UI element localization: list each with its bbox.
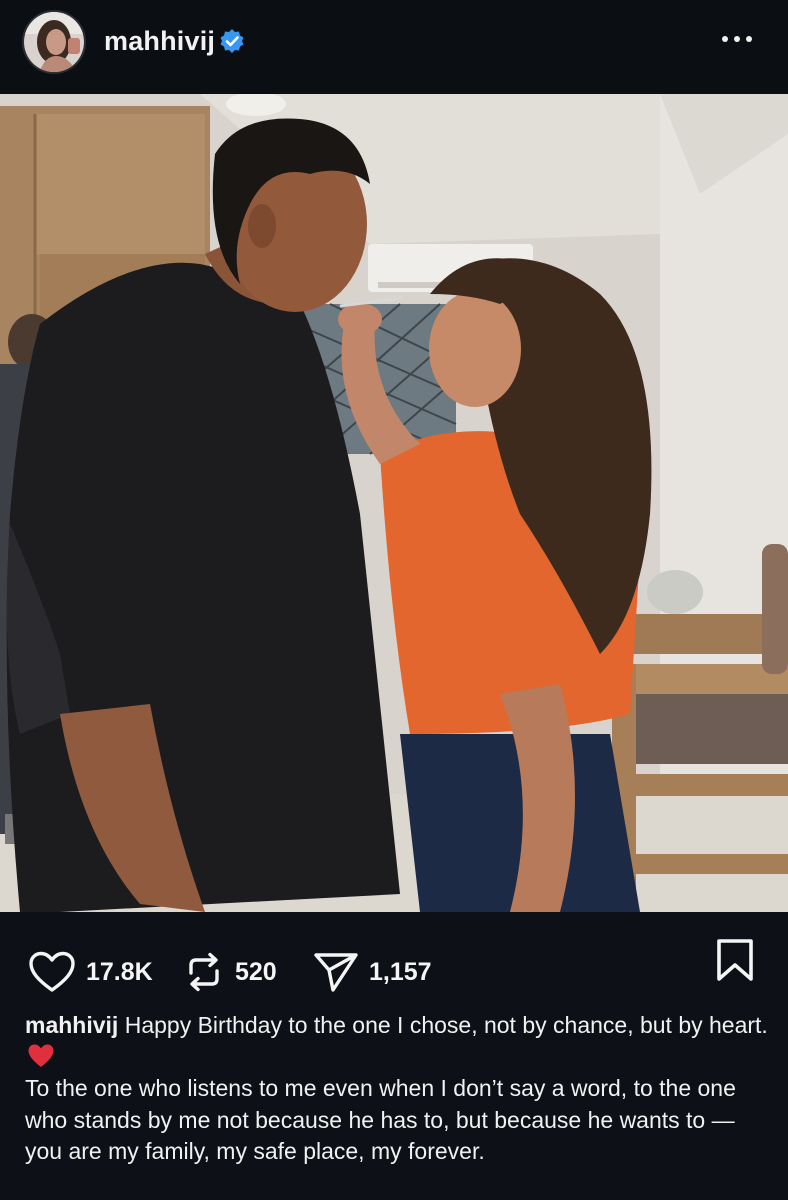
post-photo[interactable] [0, 94, 788, 912]
caption-text-line1: Happy Birthday to the one I chose, not b… [124, 1012, 768, 1038]
like-button[interactable]: 17.8K [28, 951, 153, 992]
username[interactable]: mahhivij [104, 26, 215, 57]
verified-badge-icon [220, 29, 244, 53]
caption-text-line2: To the one who listens to me even when I… [25, 1075, 736, 1164]
bookmark-button[interactable] [714, 938, 756, 982]
send-icon [314, 953, 358, 992]
avatar[interactable] [22, 10, 86, 74]
caption-username[interactable]: mahhivij [25, 1012, 118, 1038]
heart-outline-icon [29, 951, 75, 992]
repost-icon [189, 952, 219, 992]
reposts-count: 520 [235, 957, 277, 986]
caption-first-paragraph: mahhivij Happy Birthday to the one I cho… [25, 1010, 775, 1073]
red-heart-emoji-icon [28, 1044, 54, 1067]
likes-count: 17.8K [86, 957, 153, 986]
more-horizontal-icon [722, 36, 728, 42]
photo-illustration [0, 94, 788, 912]
bookmark-icon [717, 939, 753, 981]
repost-button[interactable]: 520 [183, 952, 277, 992]
shares-count: 1,157 [369, 957, 432, 986]
more-options-button[interactable] [722, 29, 762, 49]
action-bar: 17.8K 520 1,157 [0, 912, 788, 1012]
post-header: mahhivij [0, 0, 788, 94]
post-caption: mahhivij Happy Birthday to the one I cho… [25, 1010, 775, 1168]
share-button[interactable]: 1,157 [313, 952, 432, 992]
